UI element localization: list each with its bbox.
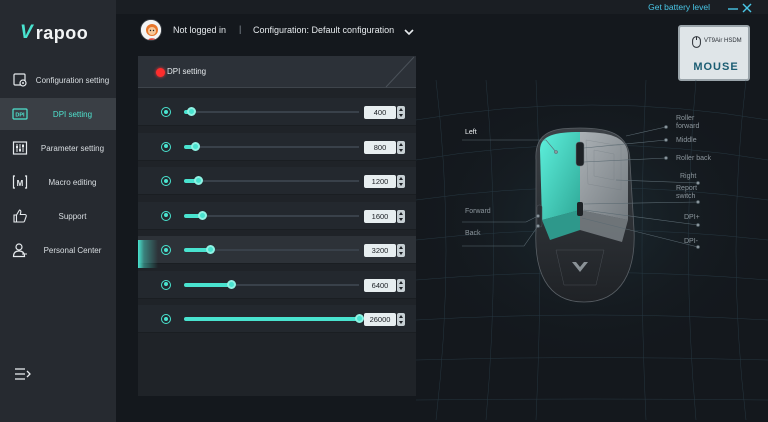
- minimize-icon[interactable]: [727, 1, 739, 13]
- dpi-level-radio[interactable]: [161, 176, 171, 186]
- dpi-value-input[interactable]: 400: [364, 106, 396, 119]
- button-label-dpi-plus[interactable]: DPI+: [684, 214, 700, 221]
- button-label-left[interactable]: Left: [465, 129, 477, 136]
- dpi-stepper-icon[interactable]: [397, 175, 405, 188]
- chevron-down-icon[interactable]: [403, 24, 415, 36]
- mouse-body: [535, 127, 635, 303]
- dpi-slider-track[interactable]: [184, 141, 359, 151]
- close-icon[interactable]: [741, 1, 753, 13]
- dpi-level-row[interactable]: 3200: [138, 236, 416, 264]
- dpi-stepper-icon[interactable]: [397, 244, 405, 257]
- dpi-level-row[interactable]: 1200: [138, 167, 416, 195]
- dpi-slider-track[interactable]: [184, 176, 359, 185]
- dpi-level-row[interactable]: 26000: [138, 305, 416, 333]
- dpi-slider-track[interactable]: [184, 210, 359, 220]
- dpi-value-input[interactable]: 26000: [364, 313, 396, 326]
- device-model: VT9Air HSDM: [704, 38, 742, 44]
- dpi-value-input[interactable]: 1200: [364, 175, 396, 188]
- sidebar: V rapoo Configuration setting DPI DPI se…: [0, 0, 116, 422]
- dpi-slider-fill: [184, 282, 232, 287]
- dpi-slider-track[interactable]: [184, 314, 364, 323]
- sidebar-item-configuration-setting[interactable]: Configuration setting: [0, 64, 116, 96]
- dpi-slider-track[interactable]: [184, 107, 359, 116]
- avatar[interactable]: [140, 19, 162, 41]
- dpi-panel-header: DPI setting: [138, 56, 416, 88]
- sidebar-item-label: Configuration setting: [35, 75, 110, 85]
- button-label-dpi-minus[interactable]: DPI-: [684, 238, 698, 245]
- dpi-slider-thumb[interactable]: [187, 107, 196, 116]
- dpi-level-row[interactable]: 6400: [138, 270, 416, 299]
- sidebar-item-personal-center[interactable]: Personal Center: [0, 234, 116, 266]
- status-dot-icon: [156, 68, 165, 77]
- dpi-level-radio[interactable]: [161, 245, 171, 255]
- dpi-level-radio[interactable]: [161, 210, 171, 221]
- button-label-roller-forward-line2[interactable]: forward: [676, 123, 699, 130]
- rapoo-logo: V rapoo: [20, 22, 88, 44]
- dpi-slider-thumb[interactable]: [206, 245, 216, 254]
- dpi-slider-thumb[interactable]: [194, 176, 203, 185]
- dpi-value-input[interactable]: 3200: [364, 244, 396, 257]
- dpi-panel: DPI setting 400 800 1200 1600 3200 6400 26000: [138, 56, 416, 396]
- dpi-slider-thumb[interactable]: [190, 141, 200, 151]
- dpi-value-input[interactable]: 1600: [364, 209, 396, 223]
- sidebar-item-dpi-setting[interactable]: DPI DPI setting: [0, 98, 116, 130]
- dpi-level-row[interactable]: 400: [138, 98, 416, 126]
- user-icon: [12, 242, 28, 258]
- device-badge[interactable]: VT9Air HSDM MOUSE: [678, 25, 750, 81]
- macro-icon: M: [12, 174, 28, 190]
- button-label-report-switch-line2[interactable]: switch: [676, 193, 695, 200]
- dpi-stepper-icon[interactable]: [397, 313, 405, 326]
- dpi-slider-fill: [184, 317, 359, 321]
- config-icon: [12, 72, 28, 88]
- dpi-slider-thumb[interactable]: [355, 314, 364, 323]
- button-label-report-switch-line1[interactable]: Report: [676, 185, 697, 192]
- mouse-icon: [692, 35, 701, 48]
- dpi-stepper-icon[interactable]: [397, 278, 405, 292]
- sidebar-item-label: Macro editing: [48, 177, 97, 187]
- configuration-selector[interactable]: Configuration: Default configuration: [253, 25, 394, 35]
- title-bar: Get battery level: [116, 0, 768, 14]
- dpi-level-radio[interactable]: [161, 141, 171, 152]
- button-label-middle[interactable]: Middle: [676, 137, 697, 144]
- dpi-slider-thumb[interactable]: [227, 279, 237, 289]
- svg-text:M: M: [17, 179, 24, 188]
- button-label-roller-forward-line1[interactable]: Roller: [676, 115, 694, 122]
- dpi-slider-thumb[interactable]: [197, 210, 207, 220]
- dpi-slider-track[interactable]: [184, 279, 359, 289]
- logo-mark: V: [20, 22, 33, 43]
- sidebar-item-label: Personal Center: [43, 245, 102, 255]
- button-label-roller-back[interactable]: Roller back: [676, 155, 711, 162]
- dpi-icon: DPI: [12, 106, 28, 122]
- dpi-slider-track[interactable]: [184, 245, 359, 254]
- button-label-back[interactable]: Back: [465, 230, 481, 237]
- dpi-panel-title: DPI setting: [167, 67, 207, 76]
- dpi-level-row[interactable]: 800: [138, 132, 416, 161]
- dpi-stepper-icon[interactable]: [397, 140, 405, 154]
- sidebar-item-label: Support: [58, 211, 87, 221]
- sidebar-item-macro-editing[interactable]: M Macro editing: [0, 166, 116, 198]
- header-separator: |: [239, 24, 242, 34]
- device-type: MOUSE: [693, 61, 739, 73]
- button-label-right[interactable]: Right: [680, 173, 696, 180]
- dpi-value-input[interactable]: 800: [364, 140, 396, 154]
- button-label-forward[interactable]: Forward: [465, 208, 491, 215]
- dpi-level-row[interactable]: 1600: [138, 201, 416, 230]
- dpi-stepper-icon[interactable]: [397, 209, 405, 223]
- sliders-icon: [12, 140, 28, 156]
- collapse-menu-icon[interactable]: [14, 367, 32, 381]
- dpi-level-radio[interactable]: [161, 314, 171, 324]
- dpi-stepper-icon[interactable]: [397, 106, 405, 119]
- get-battery-level-link[interactable]: Get battery level: [648, 2, 710, 12]
- svg-text:DPI: DPI: [15, 113, 25, 119]
- logo-text: rapoo: [35, 22, 89, 43]
- thumbs-up-icon: [12, 208, 28, 224]
- dpi-value-input[interactable]: 6400: [364, 278, 396, 292]
- sidebar-item-support[interactable]: Support: [0, 200, 116, 232]
- login-status[interactable]: Not logged in: [173, 25, 226, 35]
- sidebar-item-label: Parameter setting: [40, 143, 105, 153]
- sidebar-item-parameter-setting[interactable]: Parameter setting: [0, 132, 116, 164]
- dpi-level-radio[interactable]: [161, 279, 171, 290]
- sidebar-item-label: DPI setting: [52, 109, 93, 119]
- dpi-level-radio[interactable]: [161, 107, 171, 117]
